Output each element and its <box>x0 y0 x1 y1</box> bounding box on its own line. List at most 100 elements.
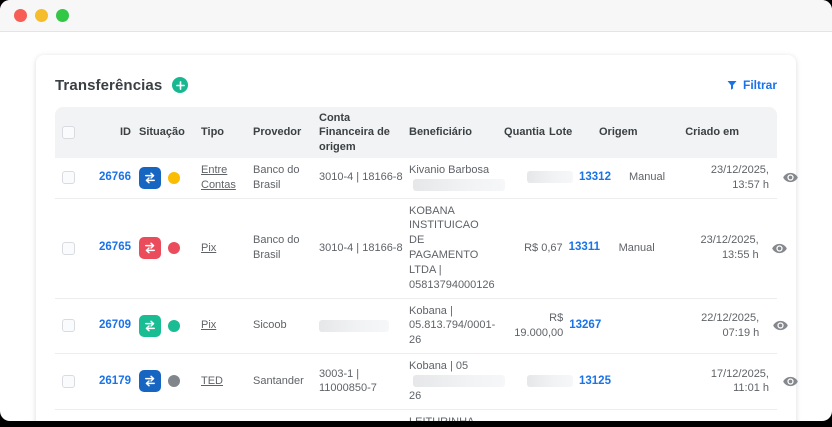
row-checkbox[interactable] <box>62 241 75 255</box>
amount-cell <box>509 170 575 185</box>
created-at-cell: 22/12/2025, 07:19 h <box>701 312 760 339</box>
amount-cell: R$ 19.000,00 <box>499 311 565 341</box>
column-header-criado-em: Criado em <box>685 126 739 139</box>
amount-value: R$ 19.000,00 <box>514 312 564 339</box>
beneficiary-value: LEITURINHA S.A. | 210432820001-84 <box>409 416 486 421</box>
source-account-value: 3010-4 | 18166-8 <box>319 171 403 184</box>
actions-cell <box>763 315 797 336</box>
swap-icon <box>139 314 161 337</box>
transfer-type-link[interactable]: TED <box>201 375 223 387</box>
view-transfer-button[interactable] <box>769 238 790 259</box>
beneficiary-value: Kivanio Barbosa <box>409 163 490 176</box>
batch-cell: 13311 <box>569 240 615 256</box>
origin-cell: Manual <box>629 171 666 184</box>
batch-link[interactable]: 13312 <box>579 171 611 183</box>
batch-link[interactable]: 13311 <box>569 241 600 253</box>
batch-link[interactable]: 13267 <box>569 319 601 331</box>
transfer-id-link[interactable]: 26179 <box>89 374 135 390</box>
card-header: Transferências Filtrar <box>55 55 777 107</box>
transfer-id-link[interactable]: 26766 <box>89 170 135 186</box>
table-row: 26765 Pix Banco do Brasil 3010-4 | 18166… <box>55 199 787 299</box>
source-account-value: 3003-1 | 11000850-7 <box>319 367 377 395</box>
batch-cell: 13312 <box>579 170 625 186</box>
table-row: 26150 Pix Banco Inter LEITURINHA S.A. | … <box>55 410 777 421</box>
transfer-id-link[interactable]: 26709 <box>89 318 135 334</box>
created-at-cell: 23/12/2025, 13:57 h <box>710 163 769 191</box>
amount-cell: R$ 0,67 <box>499 241 565 256</box>
plus-icon <box>175 80 185 90</box>
beneficiary-suffix: 26 <box>409 389 422 402</box>
redacted-quantia <box>527 375 573 388</box>
created-at-cell: 17/12/2025, 11:01 h <box>710 367 769 395</box>
close-window-button[interactable] <box>14 9 27 22</box>
status-dot <box>168 319 180 332</box>
table-body: 26766 Entre Contas Banco do Brasil 3010-… <box>55 158 798 421</box>
beneficiary-cell: LEITURINHA S.A. | 210432820001-84 <box>409 415 486 421</box>
beneficiary-cell: Kivanio Barbosa <box>409 163 505 193</box>
table-row: 26179 TED Santander 3003-1 | 11000850-7 … <box>55 354 798 410</box>
transfer-type-link[interactable]: Pix <box>201 242 216 254</box>
transfer-type-link[interactable]: Pix <box>201 319 216 331</box>
column-header-origem: Origem <box>599 126 638 139</box>
add-transfer-button[interactable] <box>172 77 189 93</box>
column-header-situacao: Situação <box>139 126 185 139</box>
redacted-quantia <box>527 171 573 184</box>
page-title: Transferências <box>55 76 163 94</box>
amount-cell <box>509 374 575 389</box>
table-row: 26766 Entre Contas Banco do Brasil 3010-… <box>55 158 798 199</box>
beneficiary-value: Kobana | 05.813.794/0001-26 <box>409 304 496 347</box>
provider-cell: Banco do Brasil <box>253 163 300 191</box>
status-dot <box>168 375 180 388</box>
actions-cell <box>763 238 797 259</box>
filter-button[interactable]: Filtrar <box>726 78 777 92</box>
transfer-id-link[interactable]: 26765 <box>89 240 135 256</box>
window-titlebar <box>0 0 832 32</box>
transfer-type-cell: Entre Contas <box>201 163 249 193</box>
redacted-beneficiario <box>413 178 505 191</box>
eye-icon <box>772 317 789 334</box>
row-checkbox[interactable] <box>62 171 75 185</box>
column-header-provedor: Provedor <box>253 126 302 139</box>
transfer-type-link[interactable]: Entre Contas <box>201 164 236 191</box>
source-account-cell <box>319 318 405 333</box>
transfer-type-cell: TED <box>201 374 249 389</box>
beneficiary-cell: Kobana | 05 26 <box>409 359 505 404</box>
eye-icon <box>782 169 799 186</box>
transfers-card: Transferências Filtrar ID Situação Tipo … <box>36 55 798 421</box>
column-header-beneficiario: Beneficiário <box>409 126 472 139</box>
maximize-window-button[interactable] <box>56 9 69 22</box>
transfer-type-cell: Pix <box>201 318 249 333</box>
created-at-cell: 23/12/2025, 13:55 h <box>700 234 759 262</box>
select-all-checkbox[interactable] <box>62 125 75 139</box>
view-transfer-button[interactable] <box>780 167 801 188</box>
redacted-conta <box>319 319 389 332</box>
swap-icon <box>139 370 161 393</box>
redacted-beneficiario <box>413 375 505 388</box>
table-row: 26709 Pix Sicoob Kobana | 05.813.794/000… <box>55 299 788 355</box>
eye-icon <box>771 240 788 257</box>
row-checkbox[interactable] <box>62 319 75 333</box>
actions-cell <box>773 371 807 392</box>
filter-label: Filtrar <box>742 78 777 92</box>
status-cell <box>139 370 197 393</box>
amount-value: R$ 0,67 <box>524 241 563 254</box>
beneficiary-value: Kobana | 05 <box>409 360 469 373</box>
provider-cell: Santander <box>253 375 304 388</box>
status-cell <box>139 237 197 260</box>
eye-icon <box>782 373 799 390</box>
provider-cell: Banco do Brasil <box>253 234 300 262</box>
status-dot <box>168 242 180 255</box>
batch-cell: 13267 <box>569 318 615 334</box>
view-transfer-button[interactable] <box>770 315 791 336</box>
minimize-window-button[interactable] <box>35 9 48 22</box>
column-header-tipo: Tipo <box>201 126 225 139</box>
source-account-cell: 3010-4 | 18166-8 <box>319 170 405 185</box>
column-header-conta: Conta Financeira de origem <box>319 112 390 153</box>
column-header-quantia: Quantia <box>504 126 545 139</box>
batch-link[interactable]: 13125 <box>579 375 611 387</box>
row-checkbox[interactable] <box>62 374 75 388</box>
transfer-type-cell: Pix <box>201 241 249 256</box>
column-header-lote: Lote <box>549 126 573 139</box>
view-transfer-button[interactable] <box>780 371 801 392</box>
source-account-cell: 3010-4 | 18166-8 <box>319 241 405 256</box>
